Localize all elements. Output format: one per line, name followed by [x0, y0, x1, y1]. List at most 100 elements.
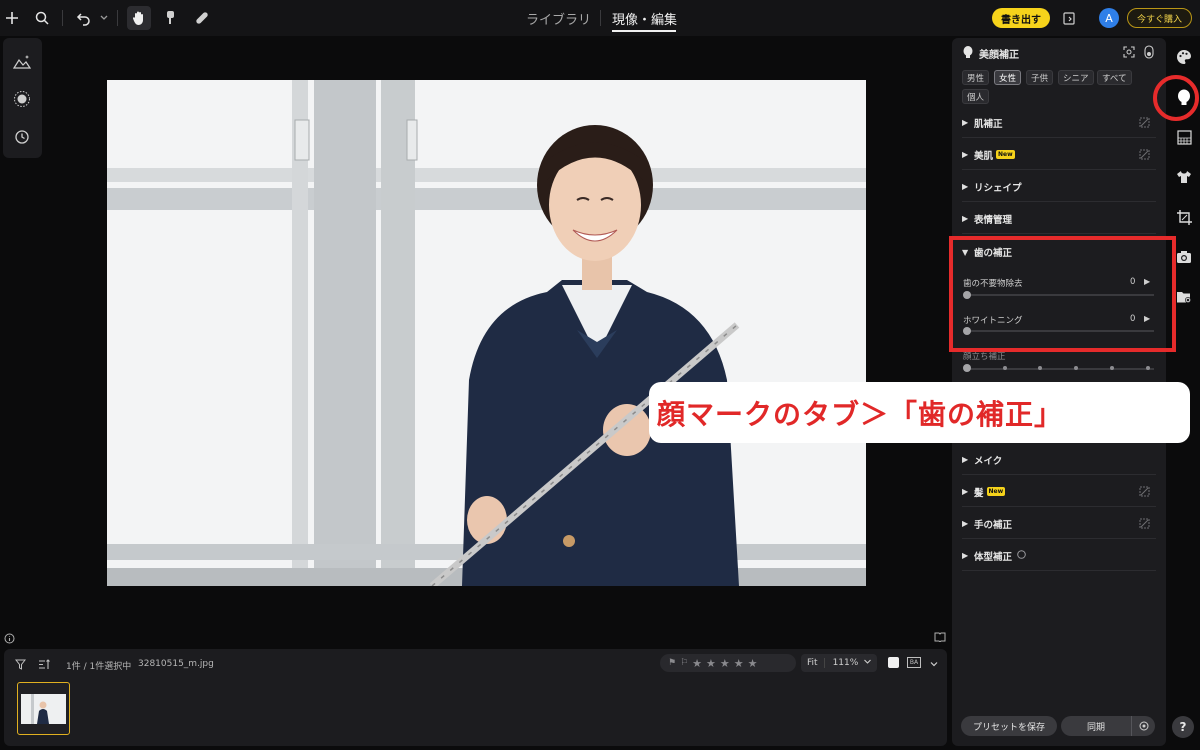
sync-label: 同期	[1086, 722, 1105, 733]
help-button[interactable]: ?	[1172, 716, 1194, 738]
chevron-down-icon[interactable]	[92, 6, 116, 30]
hand-tool-icon[interactable]	[127, 6, 151, 30]
file-name: 32810515_m.jpg	[138, 659, 214, 669]
section-reshape[interactable]: ▶ リシェイプ	[962, 172, 1156, 202]
save-preset-button[interactable]: プリセットを保存	[961, 716, 1057, 736]
slider-tick	[1038, 366, 1042, 370]
thumbnail[interactable]	[17, 682, 70, 735]
face-detect-icon[interactable]	[1123, 46, 1135, 58]
chip-senior[interactable]: シニア	[1058, 70, 1094, 85]
book-icon[interactable]	[934, 631, 946, 643]
section-label: リシェイプ	[974, 182, 1022, 194]
section-label: 肌補正	[974, 118, 1003, 130]
flag-icon[interactable]: ⚑	[668, 658, 676, 668]
zoom-level[interactable]: 111%	[825, 658, 859, 668]
photo-canvas[interactable]	[107, 80, 866, 586]
face-icon	[963, 46, 973, 58]
section-hands[interactable]: ▶ 手の補正	[962, 509, 1156, 539]
sync-button[interactable]: 同期	[1061, 716, 1155, 736]
selection-count: 1件 / 1件選択中	[66, 662, 132, 672]
section-beautify-skin[interactable]: ▶ 美肌 New	[962, 140, 1156, 170]
tab-library[interactable]: ライブラリ	[526, 9, 591, 28]
section-body[interactable]: ▶ 体型補正	[962, 541, 1156, 571]
chevron-down-icon[interactable]	[858, 657, 872, 669]
palette-icon[interactable]	[1174, 47, 1194, 67]
new-badge: New	[996, 150, 1015, 159]
compare-icon[interactable]	[1058, 6, 1082, 30]
chip-female[interactable]: 女性	[994, 70, 1022, 85]
divider	[117, 10, 118, 26]
reject-flag-icon[interactable]: ⚐	[680, 658, 688, 668]
chip-male[interactable]: 男性	[962, 70, 990, 85]
slider-tick	[1074, 366, 1078, 370]
panel-title: 美顔補正	[979, 50, 1019, 61]
active-tab-underline	[612, 30, 676, 32]
background-icon[interactable]	[1174, 127, 1194, 147]
caret-right-icon: ▶	[962, 455, 969, 464]
annotation-callout: 顔マークのタブ＞「歯の補正」	[649, 382, 1190, 443]
crop-icon[interactable]	[1174, 207, 1194, 227]
star-icon[interactable]: ★	[706, 657, 716, 670]
divider	[62, 10, 63, 26]
filter-icon[interactable]	[14, 658, 26, 670]
add-icon[interactable]	[0, 6, 24, 30]
section-expression[interactable]: ▶ 表情管理	[962, 204, 1156, 234]
before-after-icon[interactable]: BA	[907, 657, 921, 668]
callout-text: 顔マークのタブ＞「歯の補正」	[657, 397, 1064, 431]
sync-settings-icon[interactable]	[1131, 716, 1155, 736]
history-icon[interactable]	[11, 126, 33, 148]
top-bar: ライブラリ 現像・編集 書き出す A 今すぐ購入	[0, 0, 1200, 36]
filmstrip-panel: 1件 / 1件選択中 32810515_m.jpg ⚑ ⚐ ★ ★ ★ ★ ★ …	[4, 649, 947, 746]
section-label: 美肌	[974, 150, 994, 162]
highlight-box	[949, 236, 1176, 352]
folder-settings-icon[interactable]	[1174, 287, 1194, 307]
toggle-icon[interactable]	[1144, 45, 1154, 59]
section-label: 体型補正	[974, 551, 1013, 563]
camera-icon[interactable]	[1174, 247, 1194, 267]
slider-tick	[1146, 366, 1150, 370]
star-icon[interactable]: ★	[748, 657, 758, 670]
fit-button[interactable]: Fit	[801, 658, 825, 668]
highlight-circle	[1153, 75, 1199, 121]
edit-disabled-icon[interactable]	[1139, 149, 1150, 160]
section-label: 表情管理	[974, 214, 1013, 226]
caret-right-icon: ▶	[962, 182, 969, 191]
slider-handle[interactable]	[963, 364, 971, 372]
buy-now-button[interactable]: 今すぐ購入	[1127, 8, 1192, 28]
help-circle-icon[interactable]	[1017, 549, 1026, 562]
info-icon[interactable]	[3, 632, 15, 644]
star-icon[interactable]: ★	[734, 657, 744, 670]
caret-right-icon: ▶	[962, 487, 969, 496]
section-skin[interactable]: ▶ 肌補正	[962, 108, 1156, 138]
slider-tick	[1003, 366, 1007, 370]
chevron-down-icon[interactable]	[928, 658, 940, 670]
edit-disabled-icon[interactable]	[1139, 518, 1150, 529]
avatar[interactable]: A	[1099, 8, 1119, 28]
section-hair[interactable]: ▶ 髪 New	[962, 477, 1156, 507]
star-icon[interactable]: ★	[720, 657, 730, 670]
ai-landscape-icon[interactable]	[11, 50, 33, 72]
new-badge: New	[986, 487, 1006, 496]
caret-right-icon: ▶	[962, 150, 969, 159]
bandage-icon[interactable]	[190, 6, 214, 30]
caret-right-icon: ▶	[962, 519, 969, 528]
chip-child[interactable]: 子供	[1026, 70, 1054, 85]
caret-right-icon: ▶	[962, 214, 969, 223]
clothing-icon[interactable]	[1174, 167, 1194, 187]
edit-disabled-icon[interactable]	[1139, 117, 1150, 128]
tab-develop-edit[interactable]: 現像・編集	[612, 9, 677, 28]
left-tool-panel	[3, 38, 42, 158]
section-makeup[interactable]: ▶ メイク	[962, 445, 1156, 475]
brush-icon[interactable]	[158, 6, 182, 30]
export-button[interactable]: 書き出す	[992, 8, 1050, 28]
light-effect-icon[interactable]	[11, 88, 33, 110]
single-view-icon[interactable]	[888, 657, 899, 668]
search-icon[interactable]	[30, 6, 54, 30]
star-icon[interactable]: ★	[692, 657, 702, 670]
slider-track-partial[interactable]	[966, 368, 1154, 370]
chip-all[interactable]: すべて	[1097, 70, 1132, 85]
zoom-control: Fit 111%	[801, 654, 877, 672]
chip-individual[interactable]: 個人	[962, 89, 990, 104]
edit-disabled-icon[interactable]	[1139, 486, 1150, 497]
sort-icon[interactable]	[38, 658, 50, 670]
